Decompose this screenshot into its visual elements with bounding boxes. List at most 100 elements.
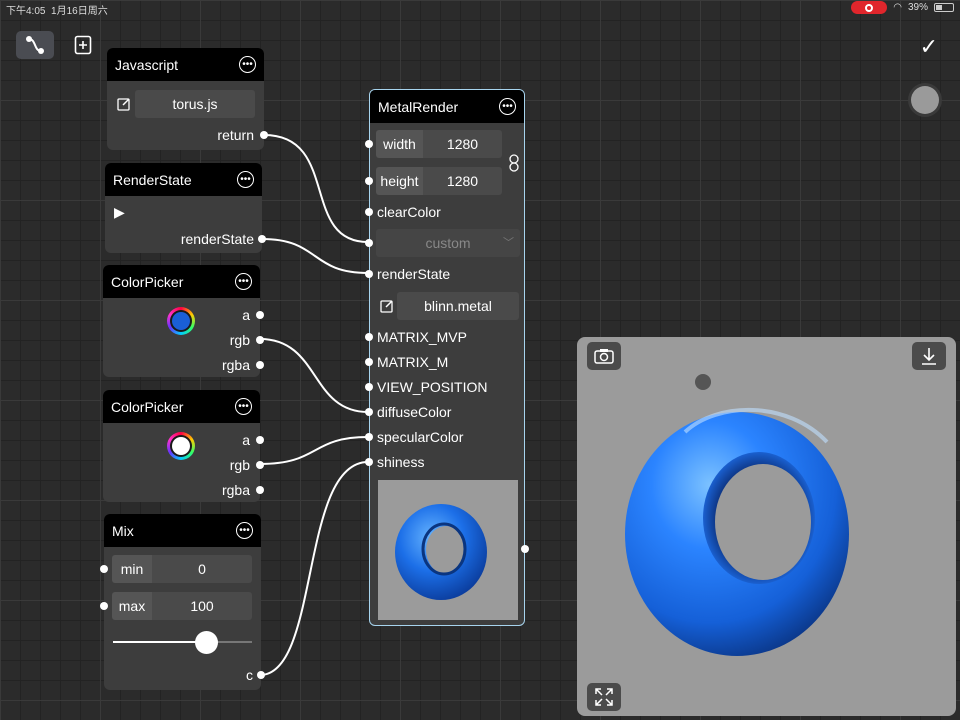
more-options-icon[interactable]: •••	[235, 273, 252, 290]
node-title: MetalRender	[378, 98, 459, 115]
fullscreen-button[interactable]	[587, 683, 621, 711]
output-port-a[interactable]	[256, 311, 264, 319]
link-icon[interactable]	[509, 154, 519, 172]
graph-icon	[26, 36, 44, 54]
selected-color	[172, 312, 190, 330]
input-port-width[interactable]	[365, 140, 373, 148]
min-label: min	[112, 555, 152, 583]
node-title: Mix	[112, 522, 134, 539]
output-port-rgba[interactable]	[256, 361, 264, 369]
light-position-handle[interactable]	[695, 374, 711, 390]
input-label-matrix-mvp: MATRIX_MVP	[377, 329, 467, 345]
more-options-icon[interactable]: •••	[236, 522, 253, 539]
input-port-specularcolor[interactable]	[365, 433, 373, 441]
camera-icon	[594, 349, 614, 364]
input-port-clearcolor[interactable]	[365, 208, 373, 216]
renderstate-node[interactable]: RenderState ••• ▶ renderState	[105, 163, 266, 253]
battery-icon	[934, 3, 954, 12]
renderstate-label: renderState	[377, 266, 451, 282]
selected-color	[172, 437, 190, 455]
output-port-rgba[interactable]	[256, 486, 264, 494]
input-port-diffusecolor[interactable]	[365, 408, 373, 416]
colorpicker-node-1[interactable]: ColorPicker ••• a rgb rgba	[103, 265, 264, 377]
mix-node[interactable]: Mix ••• min 0 max 100 c	[100, 514, 265, 690]
add-node-button[interactable]	[64, 31, 102, 59]
output-label-a: a	[242, 307, 250, 323]
color-swatch-button[interactable]	[167, 307, 195, 335]
recording-indicator	[851, 1, 888, 14]
shader-file-field[interactable]: blinn.metal	[397, 292, 519, 320]
output-label-rgb: rgb	[229, 457, 250, 473]
more-options-icon[interactable]: •••	[239, 56, 256, 73]
node-title: ColorPicker	[111, 273, 184, 290]
script-file-field[interactable]: torus.js	[135, 90, 255, 118]
height-label: height	[376, 167, 423, 195]
node-title: ColorPicker	[111, 398, 184, 415]
node-header[interactable]: Javascript •••	[107, 48, 264, 81]
output-port-return[interactable]	[260, 131, 268, 139]
node-header[interactable]: MetalRender •••	[370, 90, 524, 123]
input-port-min[interactable]	[100, 565, 108, 573]
output-port-rgb[interactable]	[256, 461, 264, 469]
slider-thumb[interactable]	[195, 631, 219, 654]
metalrender-node[interactable]: MetalRender ••• width 1280 height 1280 c…	[365, 89, 529, 626]
node-header[interactable]: ColorPicker •••	[103, 390, 260, 423]
render-preview-panel[interactable]	[577, 337, 956, 716]
wifi-icon: ◠	[893, 2, 902, 13]
width-field[interactable]: 1280	[423, 130, 502, 158]
node-header[interactable]: RenderState •••	[105, 163, 262, 196]
edit-icon[interactable]	[380, 299, 394, 313]
graph-mode-button[interactable]	[16, 31, 54, 59]
torus-render-image	[625, 408, 849, 656]
input-port-height[interactable]	[365, 177, 373, 185]
output-label-c: c	[246, 667, 253, 683]
snapshot-button[interactable]	[587, 342, 621, 370]
input-port-matrix-m[interactable]	[365, 358, 373, 366]
min-value-field[interactable]: 0	[152, 555, 252, 583]
floating-knob-button[interactable]	[908, 83, 942, 117]
wire-rgb-to-diffuse	[259, 338, 369, 413]
node-header[interactable]: ColorPicker •••	[103, 265, 260, 298]
max-value-field[interactable]: 100	[152, 592, 252, 620]
input-port-renderstate[interactable]	[365, 270, 373, 278]
output-port-renderstate[interactable]	[258, 235, 266, 243]
status-time: 下午4:05 1月16日周六	[6, 6, 108, 17]
node-title: RenderState	[113, 171, 192, 188]
output-label-a: a	[242, 432, 250, 448]
input-port-view-position[interactable]	[365, 383, 373, 391]
output-label-renderstate: renderState	[180, 231, 254, 247]
expand-icon	[595, 688, 613, 706]
node-title: Javascript	[115, 56, 179, 73]
slider-track[interactable]	[113, 641, 252, 643]
more-options-icon[interactable]: •••	[499, 98, 516, 115]
colorpicker-node-2[interactable]: ColorPicker ••• a rgb rgba	[103, 390, 264, 502]
chevron-down-icon: ﹀	[503, 237, 514, 249]
input-port-dropdown[interactable]	[365, 239, 373, 247]
download-button[interactable]	[912, 342, 946, 370]
input-port-shiness[interactable]	[365, 458, 373, 466]
node-header[interactable]: Mix •••	[104, 514, 261, 547]
color-swatch-button[interactable]	[167, 432, 195, 460]
clearcolor-label: clearColor	[377, 204, 441, 220]
more-options-icon[interactable]: •••	[237, 171, 254, 188]
slider-fill	[113, 641, 207, 643]
wire-c-to-shiness	[259, 461, 369, 676]
edit-icon[interactable]	[117, 97, 131, 111]
render-thumbnail[interactable]	[378, 480, 518, 620]
height-field[interactable]: 1280	[423, 167, 502, 195]
add-node-icon	[74, 35, 92, 55]
output-port-rgb[interactable]	[256, 336, 264, 344]
input-label-specularcolor: specularColor	[377, 429, 464, 445]
javascript-node[interactable]: Javascript ••• torus.js return	[107, 48, 268, 150]
input-port-matrix-mvp[interactable]	[365, 333, 373, 341]
output-port-texture[interactable]	[521, 545, 529, 553]
max-label: max	[112, 592, 152, 620]
output-port-a[interactable]	[256, 436, 264, 444]
confirm-button[interactable]: ✓	[920, 34, 938, 60]
output-port-c[interactable]	[257, 671, 265, 679]
input-label-view-position: VIEW_POSITION	[377, 379, 488, 395]
input-port-max[interactable]	[100, 602, 108, 610]
play-icon[interactable]: ▶	[114, 204, 125, 221]
clearcolor-dropdown[interactable]: custom ﹀	[376, 229, 520, 257]
more-options-icon[interactable]: •••	[235, 398, 252, 415]
